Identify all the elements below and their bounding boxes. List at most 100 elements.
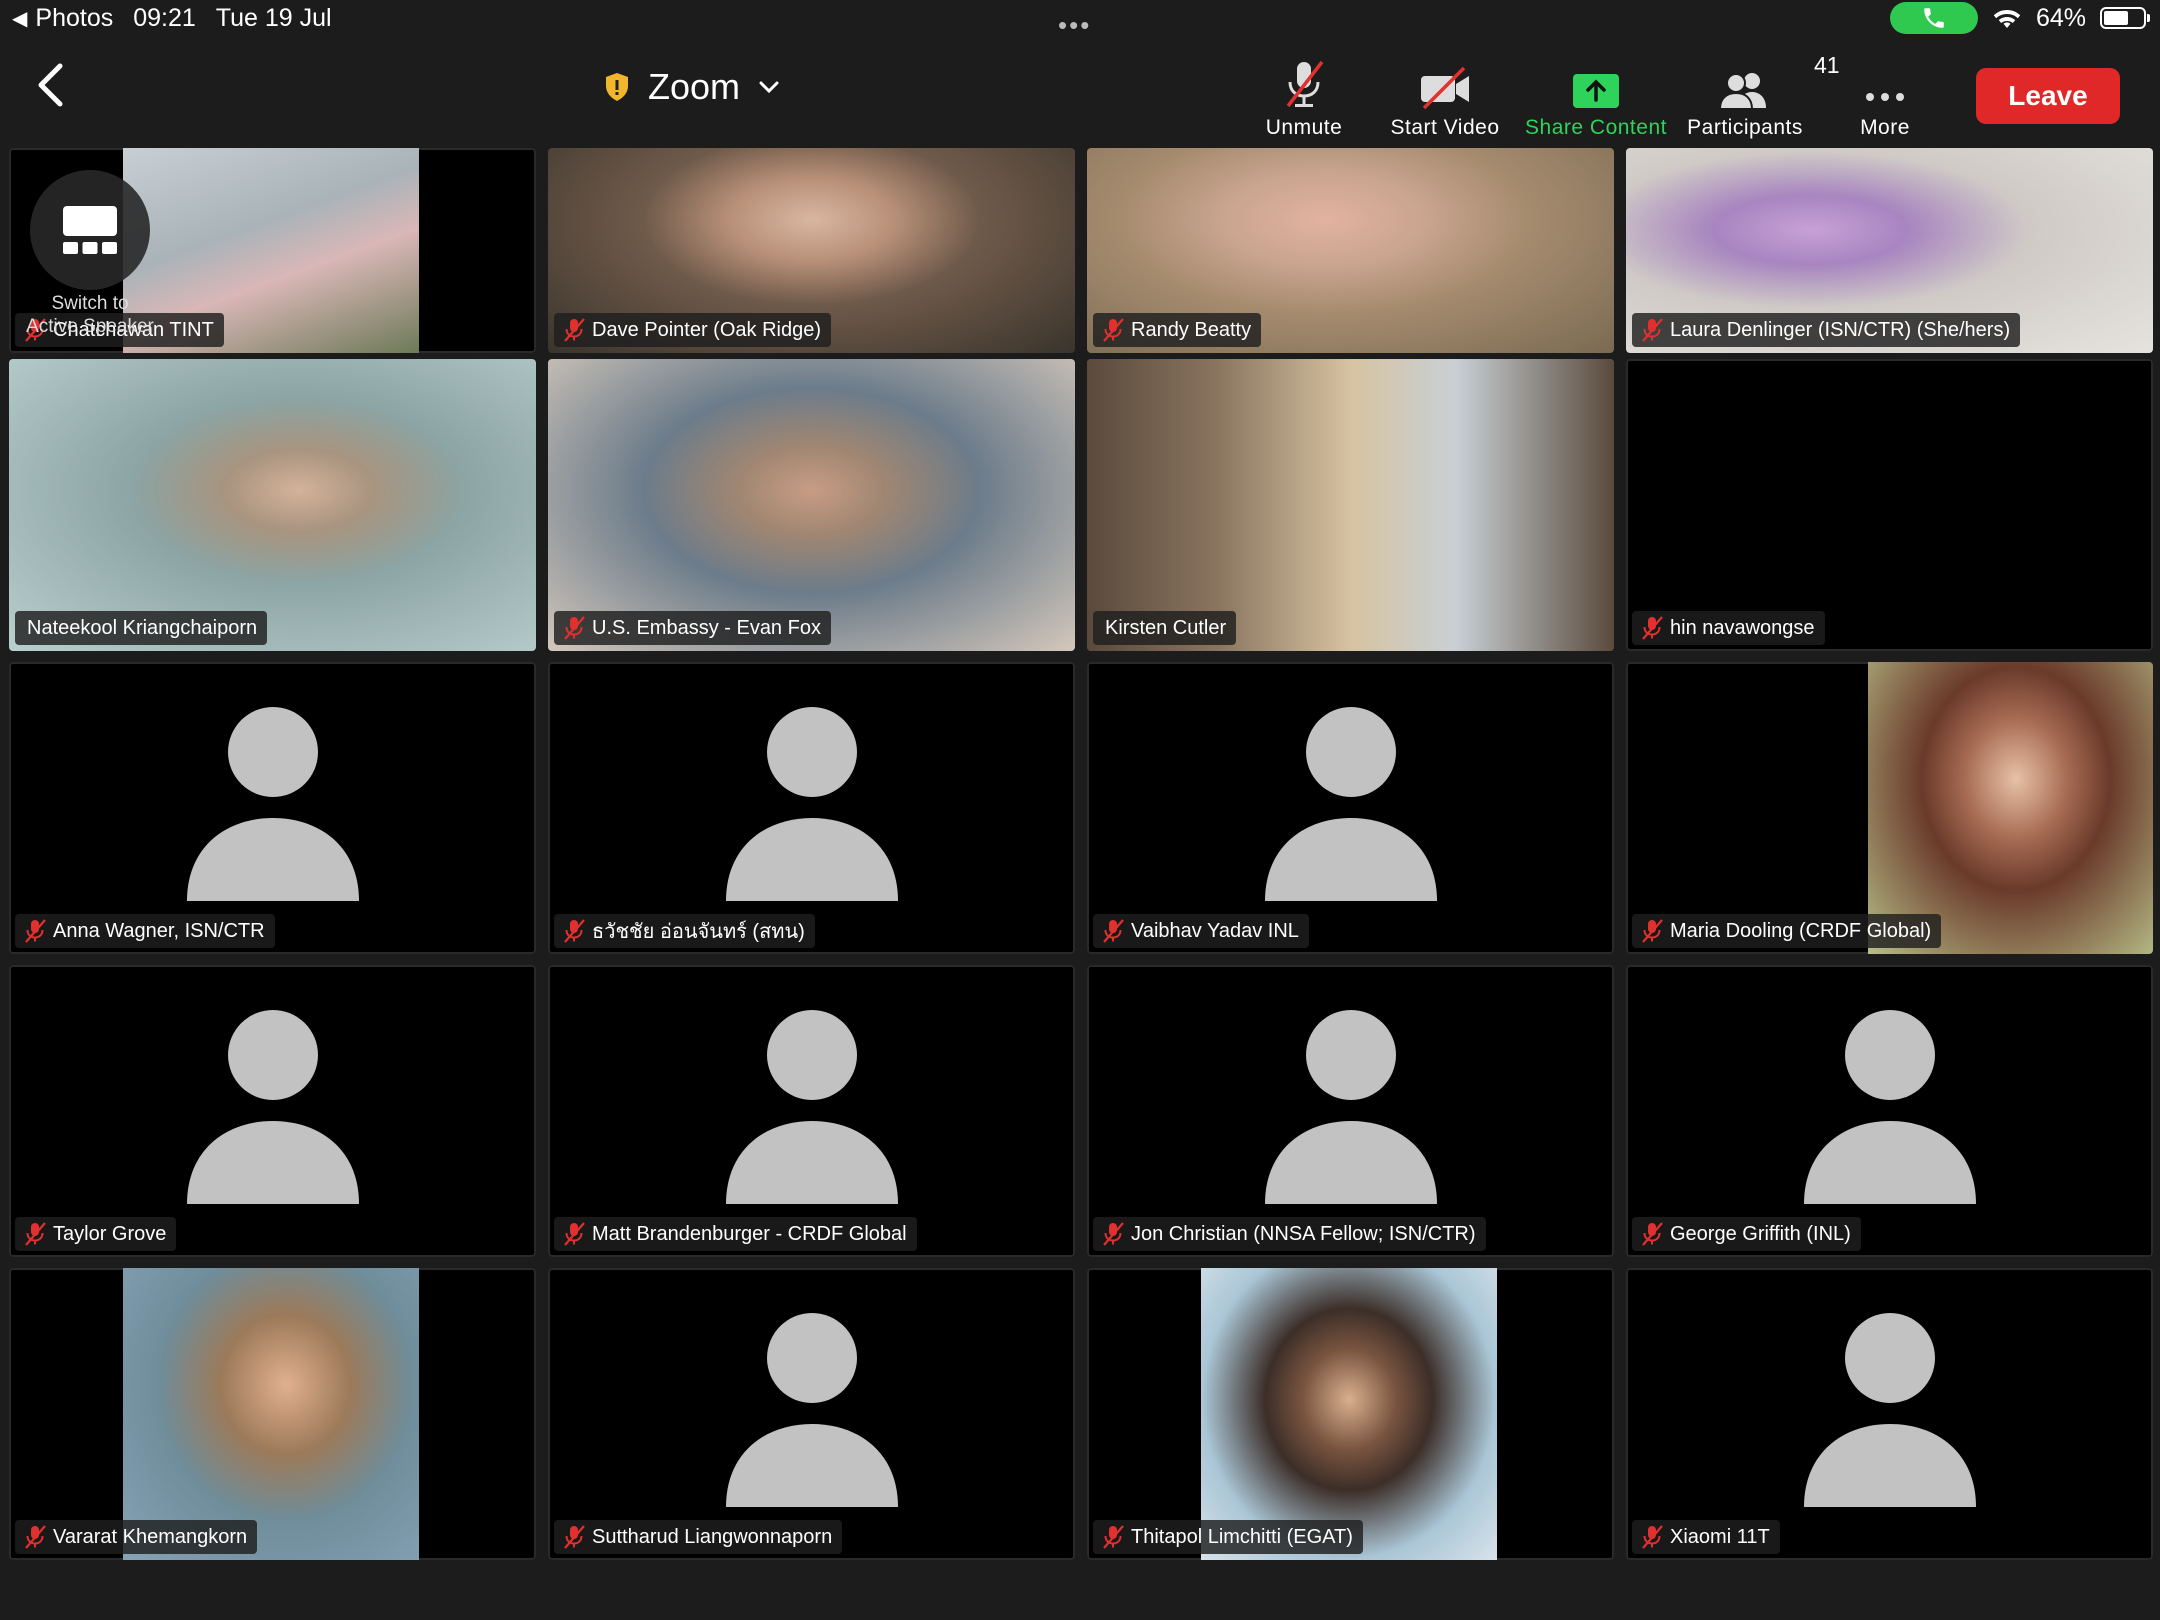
participant-name-tag: Taylor Grove bbox=[15, 1217, 177, 1251]
participant-video-feed bbox=[1868, 662, 2153, 954]
switch-view-button[interactable] bbox=[30, 170, 150, 290]
microphone-muted-icon bbox=[1103, 919, 1124, 943]
share-screen-icon bbox=[1573, 74, 1619, 108]
participant-tile[interactable]: Vaibhav Yadav INL bbox=[1087, 662, 1614, 954]
participant-tile[interactable]: Vararat Khemangkorn bbox=[9, 1268, 536, 1560]
participant-name: Anna Wagner, ISN/CTR bbox=[53, 919, 265, 942]
switch-view-label: Switch to Active Speaker bbox=[10, 292, 170, 338]
participant-tile[interactable]: ธวัชชัย อ่อนจันทร์ (สทน) bbox=[548, 662, 1075, 954]
participant-name: hin navawongse bbox=[1670, 616, 1815, 639]
participant-name: Suttharud Liangwonnaporn bbox=[592, 1525, 833, 1548]
participant-name-tag: hin navawongse bbox=[1632, 611, 1825, 645]
share-content-button[interactable]: Share Content bbox=[1516, 54, 1676, 140]
participant-video-feed bbox=[1087, 359, 1614, 651]
microphone-muted-icon bbox=[564, 616, 585, 640]
participant-name-tag: Randy Beatty bbox=[1093, 313, 1262, 347]
participant-tile[interactable]: Maria Dooling (CRDF Global) bbox=[1626, 662, 2153, 954]
participant-tile[interactable]: Kirsten Cutler bbox=[1087, 359, 1614, 651]
participant-name-tag: Nateekool Kriangchaiporn bbox=[15, 611, 268, 645]
microphone-muted-icon bbox=[564, 1525, 585, 1549]
participant-name-tag: Jon Christian (NNSA Fellow; ISN/CTR) bbox=[1093, 1217, 1486, 1251]
default-avatar-icon bbox=[1264, 1010, 1437, 1204]
participant-name-tag: Matt Brandenburger - CRDF Global bbox=[554, 1217, 917, 1251]
participant-name-tag: Thitapol Limchitti (EGAT) bbox=[1093, 1520, 1363, 1554]
microphone-muted-icon bbox=[564, 919, 585, 943]
leave-button[interactable]: Leave bbox=[1976, 68, 2120, 124]
microphone-muted-icon bbox=[25, 1222, 46, 1246]
participant-tile[interactable]: Dave Pointer (Oak Ridge) bbox=[548, 148, 1075, 353]
participant-name-tag: Anna Wagner, ISN/CTR bbox=[15, 914, 275, 948]
call-indicator[interactable] bbox=[1889, 2, 1978, 34]
participant-tile[interactable]: Matt Brandenburger - CRDF Global bbox=[548, 965, 1075, 1257]
microphone-muted-icon bbox=[25, 919, 46, 943]
start-video-button[interactable]: Start Video bbox=[1365, 54, 1525, 140]
meeting-title-dropdown[interactable]: Zoom bbox=[604, 66, 780, 108]
participant-tile[interactable]: Suttharud Liangwonnaporn bbox=[548, 1268, 1075, 1560]
participant-name: George Griffith (INL) bbox=[1670, 1222, 1851, 1245]
participant-name-tag: Maria Dooling (CRDF Global) bbox=[1632, 914, 1942, 948]
participant-name: ธวัชชัย อ่อนจันทร์ (สทน) bbox=[592, 921, 805, 943]
switch-view-control[interactable]: Switch to Active Speaker bbox=[0, 150, 180, 340]
chevron-down-icon bbox=[759, 81, 779, 94]
participant-tile[interactable]: Randy Beatty bbox=[1087, 148, 1614, 353]
default-avatar-icon bbox=[725, 1313, 898, 1507]
status-time: 09:21 bbox=[133, 4, 196, 32]
meeting-title: Zoom bbox=[648, 66, 741, 107]
participant-tile[interactable]: Thitapol Limchitti (EGAT) bbox=[1087, 1268, 1614, 1560]
participant-name-tag: Dave Pointer (Oak Ridge) bbox=[554, 313, 831, 347]
battery-icon bbox=[2100, 7, 2150, 29]
participant-tile[interactable]: George Griffith (INL) bbox=[1626, 965, 2153, 1257]
battery-percent: 64% bbox=[2035, 3, 2086, 32]
unmute-button[interactable]: Unmute bbox=[1224, 54, 1384, 140]
participant-tile[interactable]: Jon Christian (NNSA Fellow; ISN/CTR) bbox=[1087, 965, 1614, 1257]
status-date: Tue 19 Jul bbox=[215, 4, 332, 32]
participant-name: Vaibhav Yadav INL bbox=[1131, 919, 1299, 942]
participant-tile[interactable]: U.S. Embassy - Evan Fox bbox=[548, 359, 1075, 651]
more-label: More bbox=[1860, 116, 1910, 139]
wifi-icon bbox=[1993, 10, 2021, 28]
participant-name-tag: Vaibhav Yadav INL bbox=[1093, 914, 1309, 948]
participant-tile[interactable]: Laura Denlinger (ISN/CTR) (She/hers) bbox=[1626, 148, 2153, 353]
participant-name: Nateekool Kriangchaiporn bbox=[27, 616, 258, 639]
phone-icon bbox=[1924, 8, 1944, 28]
participant-tile[interactable]: hin navawongse bbox=[1626, 359, 2153, 651]
back-to-app-icon[interactable]: ◀ bbox=[12, 6, 27, 31]
participant-name: Maria Dooling (CRDF Global) bbox=[1670, 919, 1932, 942]
participant-name-tag: Vararat Khemangkorn bbox=[15, 1520, 258, 1554]
participants-label: Participants bbox=[1687, 116, 1803, 139]
participant-tile[interactable]: Xiaomi 11T bbox=[1626, 1268, 2153, 1560]
participant-tile[interactable]: Anna Wagner, ISN/CTR bbox=[9, 662, 536, 954]
participant-name-tag: ธวัชชัย อ่อนจันทร์ (สทน) bbox=[554, 914, 815, 948]
participant-name-tag: Kirsten Cutler bbox=[1093, 611, 1237, 645]
microphone-muted-icon bbox=[1642, 919, 1663, 943]
microphone-muted-icon bbox=[1642, 1222, 1663, 1246]
participant-name: Taylor Grove bbox=[53, 1222, 167, 1245]
participant-name: Dave Pointer (Oak Ridge) bbox=[592, 318, 821, 341]
share-content-label: Share Content bbox=[1525, 116, 1667, 139]
microphone-muted-icon bbox=[1286, 60, 1324, 108]
microphone-muted-icon bbox=[564, 318, 585, 342]
default-avatar-icon bbox=[186, 1010, 359, 1204]
microphone-muted-icon bbox=[1103, 318, 1124, 342]
multitasking-dots-icon[interactable]: ••• bbox=[1058, 10, 1091, 41]
participant-name: Kirsten Cutler bbox=[1105, 616, 1227, 639]
participant-tile[interactable]: Nateekool Kriangchaiporn bbox=[9, 359, 536, 651]
microphone-muted-icon bbox=[1103, 1222, 1124, 1246]
back-app-label[interactable]: Photos bbox=[35, 4, 113, 33]
participant-tile[interactable]: Taylor Grove bbox=[9, 965, 536, 1257]
status-bar: ◀ Photos 09:21 Tue 19 Jul ••• 64% bbox=[0, 0, 2160, 40]
participant-name: Thitapol Limchitti (EGAT) bbox=[1131, 1525, 1353, 1548]
default-avatar-icon bbox=[1803, 1313, 1976, 1507]
more-button[interactable]: More bbox=[1805, 54, 1965, 140]
back-chevron-icon[interactable] bbox=[28, 60, 78, 110]
microphone-muted-icon bbox=[1103, 1525, 1124, 1549]
participant-video-feed bbox=[548, 359, 1075, 651]
participant-name-tag: Suttharud Liangwonnaporn bbox=[554, 1520, 843, 1554]
status-left: ◀ Photos 09:21 Tue 19 Jul bbox=[12, 4, 332, 33]
default-avatar-icon bbox=[1264, 707, 1437, 901]
participant-name: Matt Brandenburger - CRDF Global bbox=[592, 1222, 907, 1245]
video-camera-off-icon bbox=[1421, 66, 1469, 110]
unmute-label: Unmute bbox=[1265, 116, 1343, 139]
participant-name-tag: Xiaomi 11T bbox=[1632, 1520, 1780, 1554]
participants-button[interactable]: 41 Participants bbox=[1665, 52, 1839, 140]
